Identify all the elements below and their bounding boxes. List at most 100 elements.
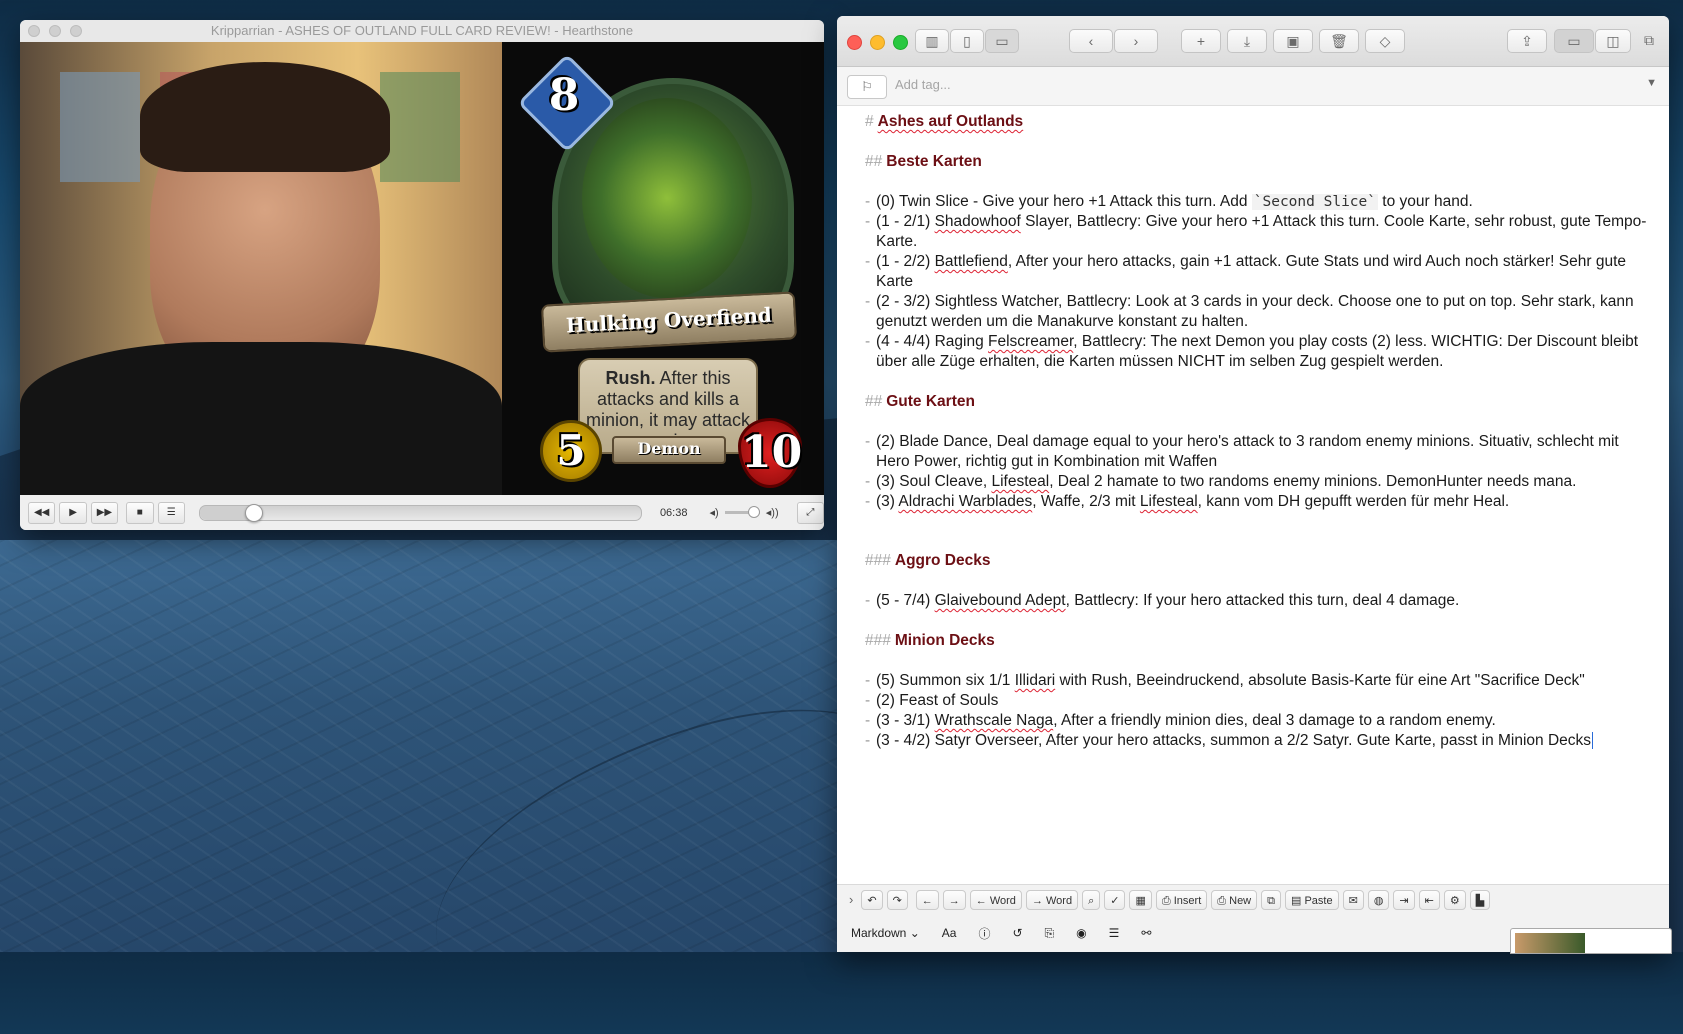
heading-h1: # Ashes auf Outlands (865, 113, 1024, 130)
back-icon[interactable]: ‹ (1069, 29, 1113, 53)
new-note-icon[interactable]: + (1181, 29, 1221, 53)
preview-single-icon[interactable]: ▭ (1554, 29, 1594, 53)
video-player-window: Kripparrian - ASHES OF OUTLAND FULL CARD… (20, 20, 824, 530)
video-streamer-panel (20, 42, 502, 495)
card-health: 10 (738, 418, 802, 488)
outline-icon[interactable]: ☰ (1109, 926, 1120, 940)
history-icon[interactable]: ↺ (1012, 926, 1022, 940)
close-window-button[interactable] (847, 35, 862, 50)
tag-bar: ⚐ Add tag... ▼ (837, 67, 1669, 106)
redo-icon[interactable]: ↷ (886, 889, 908, 910)
volume-max-icon[interactable]: ◂)) (766, 506, 779, 519)
mode-selector[interactable]: Markdown ⌄ (851, 926, 920, 940)
fast-forward-button[interactable]: ▶▶ (90, 501, 119, 524)
streamer-hair (140, 62, 390, 172)
zoom-window-button[interactable] (893, 35, 908, 50)
tag-icon[interactable]: ◇ (1365, 29, 1405, 53)
list-item: - (5) Summon six 1/1 Illidari with Rush, … (865, 672, 1585, 689)
comment-icon[interactable]: ◍ (1367, 889, 1390, 910)
minimize-window-button[interactable] (870, 35, 885, 50)
video-frame[interactable]: 8 Hulking Overfiend Rush. After this att… (20, 42, 824, 495)
volume-mute-icon[interactable]: ◂) (709, 506, 718, 519)
editor-window-controls (847, 35, 908, 50)
close-window-button[interactable] (28, 25, 40, 37)
card-keyword: Rush. (605, 368, 656, 388)
word-back-button[interactable]: ← Word (969, 889, 1022, 910)
editor-only-icon[interactable]: ▭ (985, 29, 1019, 53)
markdown-editor-window: ▥ ▯ ▭ ‹ › + ⤓ ▣ 🗑 ◇ ⇪ ▭ ◫ ⧉ ⚐ Add tag...… (837, 16, 1669, 952)
paste-button[interactable]: ▤ Paste (1285, 889, 1339, 910)
sidebar-toggle-icon[interactable]: ▥ (915, 29, 949, 53)
play-button[interactable]: ▶ (59, 501, 87, 524)
preview-eye-icon[interactable]: ◉ (1076, 926, 1086, 940)
font-button[interactable]: Aa (942, 926, 957, 940)
check-icon[interactable]: ✓ (1104, 889, 1126, 910)
outdent-icon[interactable]: ⇤ (1418, 889, 1440, 910)
volume-slider[interactable] (724, 506, 760, 518)
calendar-icon[interactable]: ▦ (1129, 889, 1152, 910)
list-item: - (4 - 4/4) Raging Felscreamer, Battlecry… (865, 333, 1639, 370)
download-icon[interactable]: ⤓ (1227, 29, 1267, 53)
zoom-window-button[interactable] (70, 25, 82, 37)
seek-bar[interactable] (198, 503, 642, 522)
link-icon[interactable]: ⚯ (1141, 926, 1151, 940)
player-window-title: Kripparrian - ASHES OF OUTLAND FULL CARD… (210, 23, 634, 38)
trash-icon[interactable]: 🗑 (1319, 29, 1359, 53)
player-titlebar: Kripparrian - ASHES OF OUTLAND FULL CARD… (20, 20, 824, 43)
notes-list-toggle-icon[interactable]: ▯ (950, 29, 984, 53)
list-item: - (5 - 7/4) Glaivebound Adept, Battlecry:… (865, 592, 1460, 609)
export-icon[interactable]: ⎘ (1045, 926, 1055, 941)
stats-icon[interactable]: ▙ (1469, 889, 1491, 910)
flag-icon[interactable]: ⚐ (847, 75, 887, 99)
list-item: - (3 - 4/2) Satyr Overseer, After your he… (865, 732, 1594, 749)
copy-icon[interactable]: ⧉ (1261, 889, 1281, 910)
preview-split-icon[interactable]: ◫ (1595, 29, 1631, 53)
list-item: - (2 - 3/2) Sightless Watcher, Battlecry:… (865, 293, 1634, 330)
note-content[interactable]: # Ashes auf Outlands ## Beste Karten - (0) … (865, 112, 1655, 751)
seek-bar-knob[interactable] (244, 503, 263, 522)
insert-button[interactable]: ⎙ Insert (1155, 889, 1208, 910)
thumbnail-preview (1515, 933, 1585, 953)
cursor-right-icon[interactable]: → (942, 889, 966, 910)
duplicate-window-icon[interactable]: ⧉ (1637, 29, 1661, 53)
settings-icon[interactable]: ⚙ (1443, 889, 1466, 910)
archive-icon[interactable]: ▣ (1273, 29, 1313, 53)
card-art (582, 98, 752, 298)
add-tag-input[interactable]: Add tag... (895, 77, 951, 92)
share-icon[interactable]: ⇪ (1507, 29, 1547, 53)
editor-toolbar: ▥ ▯ ▭ ‹ › + ⤓ ▣ 🗑 ◇ ⇪ ▭ ◫ ⧉ (837, 16, 1669, 67)
undo-icon[interactable]: ↶ (861, 889, 883, 910)
heading-best-cards: ## Beste Karten (865, 153, 982, 170)
window-controls (28, 25, 82, 37)
list-item: - (3) Aldrachi Warblades, Waffe, 2/3 mit … (865, 493, 1510, 510)
list-item: - (1 - 2/2) Battlefiend, After your hero … (865, 253, 1627, 290)
card-mana-cost: 8 (548, 70, 580, 121)
card-attack: 5 (540, 420, 602, 482)
editing-toolbar: › ↶ ↷ ← → ← Word → Word ⌕ ✓ ▦ ⎙ Insert ⎙… (837, 884, 1669, 914)
new-button[interactable]: ⎙ New (1211, 889, 1258, 910)
minimize-window-button[interactable] (49, 25, 61, 37)
expand-toolbar-icon[interactable]: › (849, 892, 853, 907)
cursor-left-icon[interactable]: ← (915, 889, 939, 910)
card-panel: 8 Hulking Overfiend Rush. After this att… (502, 42, 824, 495)
playback-time: 06:38 (659, 506, 688, 519)
search-icon[interactable]: ⌕ (1082, 889, 1101, 910)
screenshot-thumbnail[interactable] (1510, 928, 1672, 954)
mail-icon[interactable]: ✉ (1342, 889, 1364, 910)
heading-minion-decks: ### Minion Decks (865, 632, 995, 649)
word-forward-button[interactable]: → Word (1025, 889, 1079, 910)
player-controls: ◀◀ ▶ ▶▶ ■ ☰ 06:38 ◂) ◂)) ⤢ (20, 495, 824, 530)
forward-icon[interactable]: › (1114, 29, 1158, 53)
volume-slider-knob[interactable] (747, 506, 760, 518)
info-icon[interactable]: ⓘ (978, 925, 990, 942)
chevron-down-icon[interactable]: ▼ (1646, 77, 1657, 89)
fullscreen-button[interactable]: ⤢ (796, 501, 824, 524)
indent-icon[interactable]: ⇥ (1393, 889, 1415, 910)
stop-button[interactable]: ■ (126, 501, 154, 524)
text-cursor (1592, 732, 1594, 749)
list-item: - (2) Blade Dance, Deal damage equal to y… (865, 433, 1619, 470)
list-item: - (3 - 3/1) Wrathscale Naga, After a frie… (865, 712, 1496, 729)
playlist-button[interactable]: ☰ (157, 501, 185, 524)
rewind-button[interactable]: ◀◀ (28, 501, 56, 524)
streamer-body (20, 342, 502, 495)
